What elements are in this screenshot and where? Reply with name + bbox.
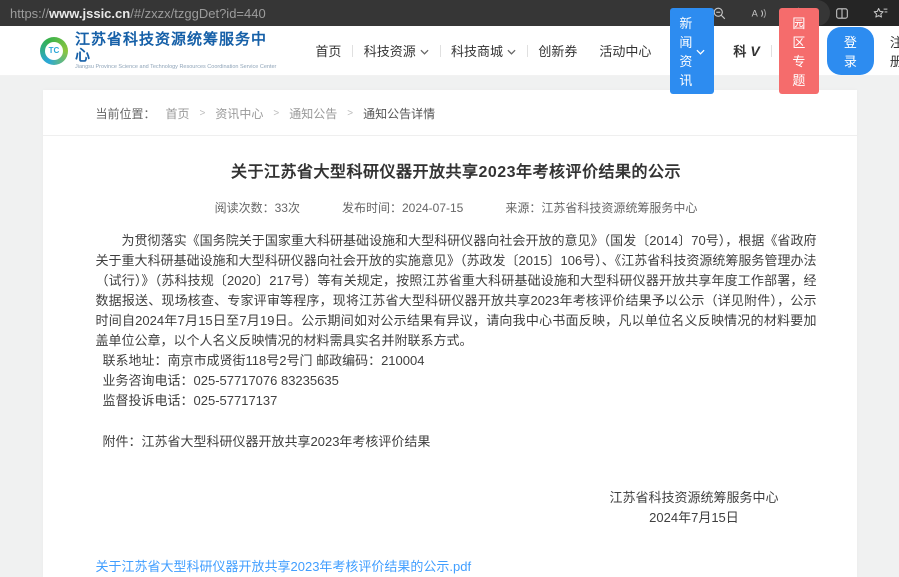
chevron-down-icon bbox=[420, 43, 429, 58]
read-count: 阅读次数：33次 bbox=[215, 199, 300, 216]
publish-time: 发布时间：2024-07-15 bbox=[342, 199, 463, 216]
site-header: TC 江苏省科技资源统筹服务中心 Jiangsu Province Scienc… bbox=[0, 26, 899, 76]
article-meta: 阅读次数：33次 发布时间：2024-07-15 来源：江苏省科技资源统筹服务中… bbox=[96, 199, 817, 216]
login-button[interactable]: 登录 bbox=[827, 27, 874, 75]
article: 关于江苏省大型科研仪器开放共享2023年考核评价结果的公示 阅读次数：33次 发… bbox=[43, 136, 857, 577]
signature-date: 2024年7月15日 bbox=[609, 508, 778, 528]
breadcrumb-label: 当前位置： bbox=[96, 105, 156, 122]
contact-phone: 业务咨询电话：025-57717076 83235635 bbox=[96, 371, 817, 391]
contact-complaint-phone: 监督投诉电话：025-57717137 bbox=[96, 391, 817, 411]
nav-news-active[interactable]: 新闻资讯 bbox=[670, 8, 714, 94]
breadcrumb-separator: > bbox=[200, 108, 206, 119]
signature-organization: 江苏省科技资源统筹服务中心 bbox=[609, 488, 778, 508]
breadcrumb-separator: > bbox=[273, 108, 279, 119]
announcement-paragraph: 为贯彻落实《国务院关于国家重大科研基础设施和大型科研仪器向社会开放的意见》（国发… bbox=[96, 231, 817, 351]
breadcrumb-news-center[interactable]: 资讯中心 bbox=[215, 105, 263, 122]
breadcrumb-current: 通知公告详情 bbox=[363, 105, 435, 122]
nav-voucher[interactable]: 创新券 bbox=[527, 41, 588, 60]
split-screen-icon[interactable] bbox=[834, 6, 850, 21]
site-logo[interactable]: TC 江苏省科技资源统筹服务中心 Jiangsu Province Scienc… bbox=[40, 32, 276, 70]
article-source: 来源：江苏省科技资源统筹服务中心 bbox=[505, 199, 697, 216]
attachment-pdf-link[interactable]: 关于江苏省大型科研仪器开放共享2023年考核评价结果的公示.pdf bbox=[96, 557, 472, 577]
contact-address: 联系地址：南京市成贤街118号2号门 邮政编码：210004 bbox=[96, 351, 817, 371]
nav-kev-logo[interactable]: 科V bbox=[722, 41, 770, 60]
article-body: 为贯彻落实《国务院关于国家重大科研基础设施和大型科研仪器向社会开放的意见》（国发… bbox=[96, 231, 817, 577]
breadcrumb-separator: > bbox=[347, 108, 353, 119]
page-background: 当前位置： 首页 > 资讯中心 > 通知公告 > 通知公告详情 关于江苏省大型科… bbox=[0, 76, 899, 476]
main-nav: 首页 科技资源 科技商城 创新券 活动中心 新闻资讯 科V 园区专题 bbox=[304, 8, 826, 94]
breadcrumb-home[interactable]: 首页 bbox=[166, 105, 190, 122]
breadcrumb-notices[interactable]: 通知公告 bbox=[289, 105, 337, 122]
breadcrumb: 当前位置： 首页 > 资讯中心 > 通知公告 > 通知公告详情 bbox=[43, 90, 857, 136]
auth-area: 登录 注册 bbox=[827, 27, 899, 75]
nav-activity[interactable]: 活动中心 bbox=[588, 41, 662, 60]
site-subtitle: Jiangsu Province Science and Technology … bbox=[75, 64, 276, 70]
nav-mall[interactable]: 科技商城 bbox=[440, 41, 527, 60]
signature-block: 江苏省科技资源统筹服务中心 2024年7月15日 bbox=[96, 488, 817, 528]
site-title: 江苏省科技资源统筹服务中心 bbox=[75, 32, 276, 64]
logo-icon: TC bbox=[40, 37, 68, 65]
nav-park-special[interactable]: 园区专题 bbox=[779, 8, 819, 94]
chevron-down-icon bbox=[696, 43, 705, 58]
content-card: 当前位置： 首页 > 资讯中心 > 通知公告 > 通知公告详情 关于江苏省大型科… bbox=[43, 90, 857, 577]
collections-star-icon[interactable] bbox=[872, 6, 889, 21]
attachment-reference: 附件：江苏省大型科研仪器开放共享2023年考核评价结果 bbox=[96, 432, 817, 452]
nav-resources[interactable]: 科技资源 bbox=[353, 41, 440, 60]
chevron-down-icon bbox=[507, 43, 516, 58]
article-title: 关于江苏省大型科研仪器开放共享2023年考核评价结果的公示 bbox=[96, 158, 817, 182]
register-link[interactable]: 注册 bbox=[890, 32, 899, 70]
nav-home[interactable]: 首页 bbox=[304, 41, 352, 60]
